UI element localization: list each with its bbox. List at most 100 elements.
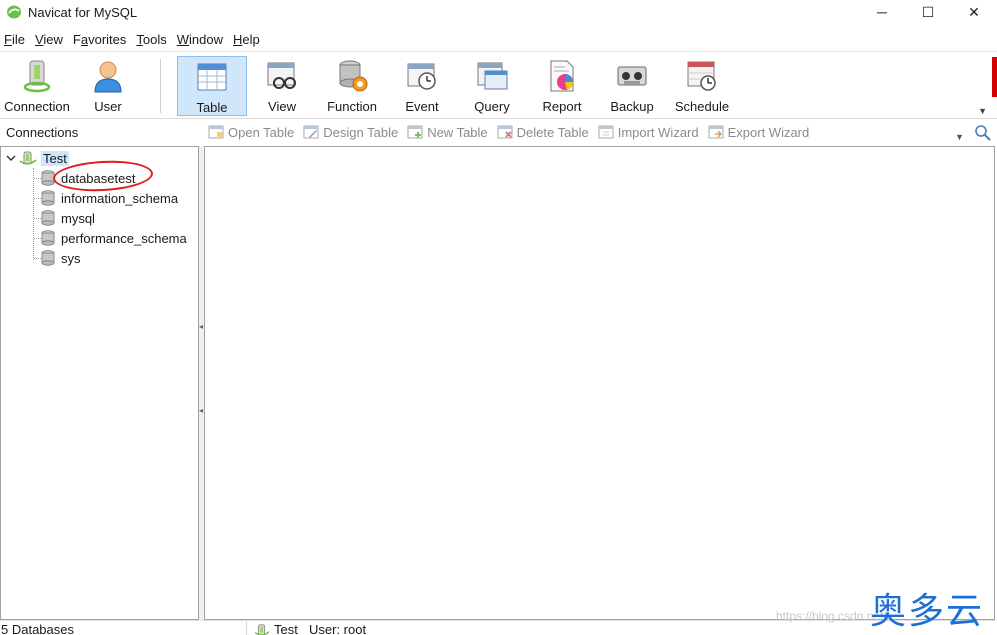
menu-help-label: elp — [242, 32, 260, 47]
database-name: information_schema — [61, 190, 179, 206]
table-label: Table — [196, 100, 228, 115]
backup-button[interactable]: Backup — [606, 56, 658, 116]
database-icon — [41, 210, 55, 226]
watermark-brand: 奥多云 — [870, 591, 985, 632]
navicat-logo-icon — [7, 5, 21, 19]
connection-name: Test — [41, 150, 69, 166]
new-table-button[interactable]: New Table — [407, 124, 488, 140]
design-table-icon — [303, 125, 319, 139]
database-icon — [41, 250, 55, 266]
export-wizard-button[interactable]: Export Wizard — [708, 124, 809, 140]
chevron-down-icon[interactable] — [5, 152, 17, 164]
status-divider — [246, 621, 247, 635]
function-button[interactable]: Function — [322, 56, 382, 116]
event-label: Event — [405, 99, 439, 114]
report-icon — [550, 60, 574, 92]
connection-label: Connection — [4, 99, 70, 114]
menu-help-accel: H — [233, 32, 243, 47]
view-button[interactable]: View — [258, 56, 306, 116]
backup-label: Backup — [610, 99, 654, 114]
open-table-icon — [208, 125, 224, 139]
window-edge-accent — [992, 57, 997, 97]
menu-file[interactable]: File — [0, 32, 29, 47]
menu-favorites-label: vorites — [88, 32, 127, 47]
user-icon — [94, 61, 122, 93]
toolbar-divider — [160, 59, 161, 113]
tree-database-item[interactable]: sys — [41, 248, 81, 268]
schedule-button[interactable]: Schedule — [672, 56, 732, 116]
menu-favorites[interactable]: Favorites — [69, 32, 130, 47]
query-label: Query — [474, 99, 510, 114]
tree-branch — [34, 198, 41, 199]
table-button[interactable]: Table — [177, 56, 247, 116]
tree-branch — [34, 258, 41, 259]
delete-table-button[interactable]: Delete Table — [497, 124, 589, 140]
report-label: Report — [542, 99, 582, 114]
menu-file-accel: F — [4, 32, 12, 47]
toolbar-overflow-icon[interactable]: ▼ — [978, 106, 987, 116]
menu-file-label: ile — [11, 32, 25, 47]
import-wizard-button[interactable]: Import Wizard — [598, 124, 699, 140]
menu-window-accel: W — [176, 32, 190, 47]
menu-view-label: iew — [43, 32, 63, 47]
tree-branch — [34, 178, 41, 179]
maximize-button[interactable]: ☐ — [905, 0, 951, 24]
function-label: Function — [327, 99, 377, 114]
connection-icon — [23, 60, 51, 93]
open-table-button[interactable]: Open Table — [208, 124, 294, 140]
tree-guide-line — [33, 168, 34, 260]
schedule-icon — [687, 61, 716, 91]
tree-branch — [34, 238, 41, 239]
menu-bar: File View Favorites Tools Window Help — [0, 28, 997, 52]
database-count: 5 Databases — [1, 622, 74, 635]
design-table-label: Design Table — [323, 124, 399, 140]
window-title: Navicat for MySQL — [28, 4, 138, 20]
user-button[interactable]: User — [84, 56, 132, 116]
event-button[interactable]: Event — [398, 56, 446, 116]
tree-database-item[interactable]: mysql — [41, 208, 95, 228]
connections-tree-panel: Test databasetest information_schema mys… — [0, 146, 199, 620]
object-toolbar-overflow-icon[interactable]: ▼ — [955, 132, 964, 142]
connections-heading: Connections — [6, 125, 79, 140]
schedule-label: Schedule — [674, 99, 730, 114]
database-name: mysql — [61, 210, 95, 226]
search-icon[interactable] — [974, 124, 992, 142]
event-icon — [407, 63, 436, 90]
window-controls: ─ ☐ ✕ — [859, 0, 997, 24]
report-button[interactable]: Report — [536, 56, 588, 116]
status-user: User: root — [309, 622, 367, 635]
view-icon — [267, 62, 296, 89]
status-connection: Test — [254, 622, 298, 635]
menu-tools-label: ools — [142, 32, 167, 47]
backup-icon — [617, 66, 647, 86]
menu-window[interactable]: Window — [173, 32, 227, 47]
new-table-icon — [407, 125, 423, 139]
tree-database-item[interactable]: information_schema — [41, 188, 178, 208]
database-icon — [41, 230, 55, 246]
delete-table-icon — [497, 125, 513, 139]
close-button[interactable]: ✕ — [951, 0, 997, 24]
menu-help[interactable]: Help — [229, 32, 264, 47]
query-button[interactable]: Query — [468, 56, 516, 116]
status-connection-name: Test — [274, 622, 298, 635]
tree-branch — [34, 218, 41, 219]
menu-tools[interactable]: Tools — [132, 32, 170, 47]
tree-database-item[interactable]: performance_schema — [41, 228, 187, 248]
mysql-connection-icon — [254, 623, 270, 635]
export-wizard-icon — [708, 125, 724, 139]
import-wizard-icon — [598, 125, 614, 139]
database-icon — [41, 190, 55, 206]
collapse-left-icon[interactable]: ◂ — [199, 406, 203, 416]
database-name: performance_schema — [61, 230, 187, 246]
minimize-button[interactable]: ─ — [859, 0, 905, 24]
connection-button[interactable]: Connection — [2, 56, 72, 116]
design-table-button[interactable]: Design Table — [303, 124, 398, 140]
mysql-connection-icon — [19, 151, 37, 165]
user-label: User — [94, 99, 122, 114]
menu-view[interactable]: View — [31, 32, 67, 47]
database-name: sys — [61, 250, 81, 266]
object-list-panel[interactable] — [204, 146, 995, 620]
collapse-left-icon[interactable]: ◂ — [199, 322, 203, 332]
tree-connection-test[interactable]: Test — [5, 148, 69, 168]
import-wizard-label: Import Wizard — [617, 124, 699, 140]
